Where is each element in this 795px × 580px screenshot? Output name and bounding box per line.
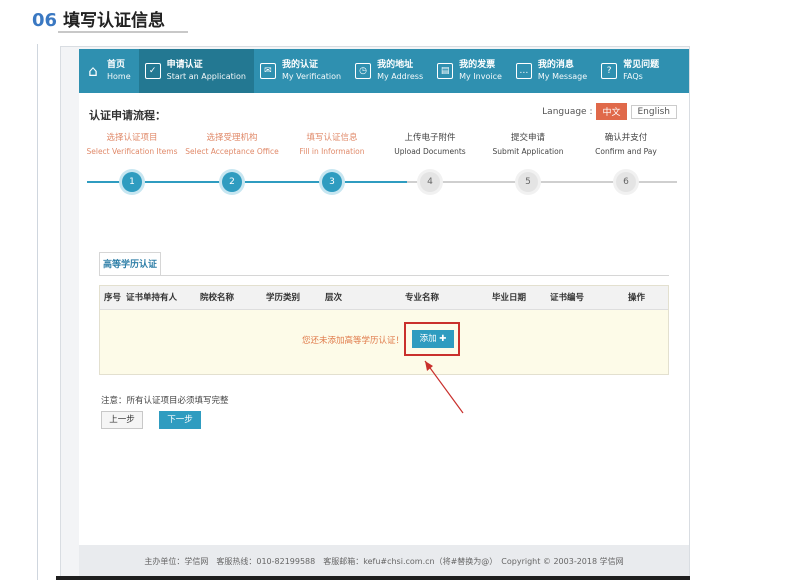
th-school: 院校名称 <box>200 293 235 303</box>
step-6-en: Confirm and Pay <box>595 147 657 156</box>
step-3: 填写认证信息 Fill in Information <box>277 131 387 156</box>
add-highlight-box: 添加 ✚ <box>404 322 460 356</box>
progress-track-todo <box>407 181 677 183</box>
add-button-label: 添加 <box>419 334 437 344</box>
nav-home-zh: 首页 <box>107 60 126 70</box>
step-2: 选择受理机构 Select Acceptance Office <box>177 131 287 156</box>
mail-icon: ✉ <box>259 63 276 79</box>
next-button[interactable]: 下一步 <box>159 411 201 429</box>
education-table: 序号 证书单持有人 院校名称 学历类别 层次 专业名称 毕业日期 证书编号 操作… <box>99 285 669 375</box>
step-5-dot: 5 <box>518 172 538 192</box>
step-2-zh: 选择受理机构 <box>206 133 258 143</box>
step-6-zh: 确认并支付 <box>604 133 648 143</box>
nav-faqs-zh: 常见问题 <box>623 60 660 70</box>
home-icon: ⌂ <box>88 61 98 80</box>
step-1: 选择认证项目 Select Verification Items <box>77 131 187 156</box>
step-3-dot: 3 <box>322 172 342 192</box>
step-3-en: Fill in Information <box>299 147 365 156</box>
nav-home-en: Home <box>107 72 131 81</box>
prev-button[interactable]: 上一步 <box>101 411 143 429</box>
step-1-dot: 1 <box>122 172 142 192</box>
required-note: 注意：所有认证项目必须填写完整 <box>101 396 229 406</box>
language-label: Language : <box>542 106 593 117</box>
tab-divider <box>99 275 669 276</box>
th-category: 学历类别 <box>266 293 301 303</box>
nav-faqs-en: FAQs <box>623 72 643 81</box>
th-major: 专业名称 <box>405 293 440 303</box>
question-icon: ? <box>601 63 618 79</box>
step-2-dot: 2 <box>222 172 242 192</box>
step-1-zh: 选择认证项目 <box>106 133 158 143</box>
th-certificate-no: 证书编号 <box>550 293 585 303</box>
section-heading: 06 填写认证信息 <box>32 6 165 32</box>
table-header: 序号 证书单持有人 院校名称 学历类别 层次 专业名称 毕业日期 证书编号 操作 <box>100 286 668 310</box>
nav-start-application[interactable]: ✓ 申请认证 Start an Application <box>138 49 254 93</box>
bottom-bar <box>56 576 690 580</box>
add-button[interactable]: 添加 ✚ <box>412 330 454 348</box>
message-icon: … <box>515 63 532 79</box>
step-3-zh: 填写认证信息 <box>306 133 358 143</box>
nav-my-address[interactable]: ◷ 我的地址 My Address <box>349 49 431 93</box>
nav-start-zh: 申请认证 <box>166 60 203 70</box>
nav-message-en: My Message <box>537 72 588 81</box>
process-title: 认证申请流程： <box>89 109 166 122</box>
step-5: 提交申请 Submit Application <box>473 131 583 156</box>
nav-verification-zh: 我的认证 <box>281 60 318 70</box>
top-nav: ⌂ 首页 Home ✓ 申请认证 Start an Application ✉ 我的… <box>79 49 689 93</box>
language-zh-button[interactable]: 中文 <box>596 103 627 120</box>
section-number: 06 <box>32 10 58 31</box>
th-index: 序号 <box>104 293 122 303</box>
nav-verification-en: My Verification <box>281 72 342 81</box>
nav-address-zh: 我的地址 <box>377 60 414 70</box>
checkbox-icon: ✓ <box>144 63 161 79</box>
step-2-en: Select Acceptance Office <box>185 147 279 156</box>
nav-home[interactable]: ⌂ 首页 Home <box>79 49 139 93</box>
step-4-zh: 上传电子附件 <box>404 133 456 143</box>
heading-underline <box>58 31 188 33</box>
screenshot-frame: ⌂ 首页 Home ✓ 申请认证 Start an Application ✉ 我的… <box>60 46 690 580</box>
step-4: 上传电子附件 Upload Documents <box>375 131 485 156</box>
left-rule <box>37 44 38 580</box>
pointer-arrow-icon <box>424 360 464 414</box>
empty-message: 您还未添加高等学历认证！ <box>302 336 405 346</box>
nav-message-zh: 我的消息 <box>537 60 574 70</box>
th-level: 层次 <box>325 293 343 303</box>
nav-address-en: My Address <box>377 72 424 81</box>
step-1-en: Select Verification Items <box>86 147 178 156</box>
main-content: 认证申请流程： Language : 中文 English 选择认证项目 Sel… <box>79 93 689 545</box>
nav-faqs[interactable]: ? 常见问题 FAQs <box>595 49 667 93</box>
plus-circle-icon: ✚ <box>439 334 447 344</box>
language-en-button[interactable]: English <box>630 104 677 119</box>
nav-start-en: Start an Application <box>166 72 246 81</box>
step-5-en: Submit Application <box>492 147 564 156</box>
clock-icon: ◷ <box>355 63 372 79</box>
language-switcher: Language : 中文 English <box>542 103 677 120</box>
nav-invoice-zh: 我的发票 <box>459 60 496 70</box>
step-4-en: Upload Documents <box>394 147 466 156</box>
invoice-icon: ▤ <box>437 63 454 79</box>
nav-my-invoice[interactable]: ▤ 我的发票 My Invoice <box>431 49 510 93</box>
nav-my-verification[interactable]: ✉ 我的认证 My Verification <box>254 49 349 93</box>
step-6-dot: 6 <box>616 172 636 192</box>
th-graduation-date: 毕业日期 <box>492 293 527 303</box>
step-6: 确认并支付 Confirm and Pay <box>571 131 681 156</box>
progress-steps: 选择认证项目 Select Verification Items 选择受理机构 … <box>79 131 689 211</box>
th-holder: 证书单持有人 <box>126 293 178 303</box>
th-actions: 操作 <box>628 293 646 303</box>
nav-my-message[interactable]: … 我的消息 My Message <box>510 49 595 93</box>
page-footer: 主办单位：学信网 客服热线：010-82199588 客服邮箱：kefu#chs… <box>79 545 689 579</box>
step-4-dot: 4 <box>420 172 440 192</box>
tab-higher-education[interactable]: 高等学历认证 <box>99 252 161 276</box>
step-5-zh: 提交申请 <box>510 133 545 143</box>
section-title: 填写认证信息 <box>63 11 166 31</box>
nav-invoice-en: My Invoice <box>459 72 502 81</box>
